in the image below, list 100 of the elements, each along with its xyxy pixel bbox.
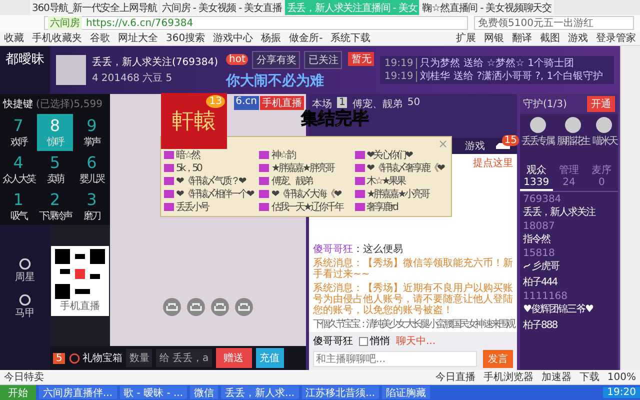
chat-message: 傻哥哥狂：这么便易 bbox=[313, 244, 404, 255]
taskbar-window[interactable]: 微信 bbox=[190, 386, 218, 399]
sound-key[interactable]: 6 婴儿哭 bbox=[73, 151, 110, 188]
guard-avatar[interactable] bbox=[596, 117, 612, 133]
level-badge-icon bbox=[354, 164, 365, 172]
start-button[interactable]: 开始 bbox=[0, 385, 36, 400]
taskbar-window[interactable]: 陷证胸藏 bbox=[382, 386, 430, 399]
audience-tab[interactable]: 观众 1339 bbox=[520, 162, 553, 191]
toolbar-item[interactable]: 登录管家 bbox=[596, 31, 636, 45]
zoom-level[interactable]: 100% bbox=[607, 372, 636, 382]
user-name[interactable]: 彡虎哥 bbox=[523, 259, 615, 273]
level-badge-icon bbox=[259, 190, 270, 198]
guard-avatar[interactable] bbox=[564, 117, 581, 133]
user-name[interactable]: ♥俊辉团锦三爷♥ bbox=[523, 302, 615, 316]
open-guard-button[interactable]: 开通 bbox=[587, 96, 615, 112]
send-gift-button[interactable]: 赠送 bbox=[216, 348, 252, 368]
status-item[interactable]: 手机浏览器 bbox=[483, 370, 534, 384]
taskbar-window[interactable]: 江苏移北昔须... bbox=[302, 386, 380, 399]
toolbar-item[interactable]: 截图 bbox=[540, 31, 560, 45]
sidebar-item[interactable]: 马甲 bbox=[15, 294, 35, 320]
sound-key[interactable]: 3 磨刀 bbox=[73, 188, 110, 225]
bookmark-link[interactable]: 360搜索 bbox=[166, 31, 206, 45]
member-name: 暗☆然 bbox=[176, 150, 199, 161]
taskbar-window[interactable]: 丢丢，新人求... bbox=[221, 386, 299, 399]
audience-tab[interactable]: 麦序 0 bbox=[585, 162, 618, 191]
member-name: 木☆★果果 bbox=[366, 176, 405, 187]
status-item[interactable]: 下载 bbox=[579, 370, 600, 384]
level-badge-icon bbox=[259, 151, 270, 159]
sofa-icon[interactable] bbox=[187, 298, 205, 316]
share-button[interactable]: 分享有奖 bbox=[252, 50, 300, 68]
taskbar-window[interactable]: 六间房直播伴... bbox=[39, 386, 117, 399]
item-icon bbox=[19, 294, 31, 306]
feed-text: 只为梦然 送给 ☆梦然☆ 1个骑士团 bbox=[420, 58, 574, 69]
user-name[interactable]: 柏子444 bbox=[523, 275, 615, 289]
sofa-icon[interactable] bbox=[211, 298, 229, 316]
member-name: 神☆韵 bbox=[271, 150, 294, 161]
bookmark-link[interactable]: 做金所- bbox=[289, 31, 323, 45]
sound-key[interactable]: 2 下课铃声 bbox=[36, 188, 74, 225]
sidebar-item[interactable]: 周星 bbox=[15, 258, 35, 284]
sound-key[interactable]: 1 吸气 bbox=[0, 188, 37, 225]
address-bar[interactable]: 六间房 https://v.6.cn/769384 bbox=[44, 16, 468, 30]
search-field[interactable]: 免费领5100元五一出游红 bbox=[474, 16, 634, 30]
audience-tab[interactable]: 管理 24 bbox=[552, 162, 586, 191]
bookmark-link[interactable]: 手机收藏夹 bbox=[32, 31, 82, 45]
hint-link[interactable]: 提点这里 bbox=[469, 154, 517, 172]
bookmark-link[interactable]: 谷歌 bbox=[90, 31, 110, 45]
sound-key[interactable]: 9 掌声 bbox=[73, 114, 110, 151]
bookmark-link[interactable]: 杨振 bbox=[261, 31, 282, 45]
guard-name: 丢丢专属 bbox=[522, 134, 554, 148]
sofa-icon[interactable] bbox=[235, 298, 253, 316]
user-id: 1111168 bbox=[523, 291, 569, 302]
recipient-field[interactable]: 给 丢丢，a bbox=[156, 349, 212, 367]
status-item[interactable]: 加速器 bbox=[541, 370, 572, 384]
close-icon[interactable] bbox=[439, 140, 447, 148]
user-name[interactable]: 柏子888 bbox=[523, 318, 615, 332]
browser-tab[interactable]: 六间房 - 美女视频 - 美女直播 bbox=[160, 0, 284, 15]
status-item[interactable]: 今日直播 bbox=[435, 370, 476, 384]
member-name: ★胖嘉嘉★胖亮哥 bbox=[271, 163, 334, 174]
user-id: 769384 bbox=[523, 194, 562, 205]
brand-label: 6.cn bbox=[234, 96, 259, 110]
user-name[interactable]: 指令然 bbox=[523, 232, 615, 246]
whisper-checkbox[interactable] bbox=[359, 336, 368, 346]
browser-tab[interactable]: 360导航_新一代安全上网导航 bbox=[30, 0, 160, 15]
chat-status: 聊天中... bbox=[396, 334, 436, 348]
bookmark-link[interactable]: 收藏 bbox=[4, 31, 24, 45]
toolbar-item[interactable]: 翻译 bbox=[512, 31, 532, 45]
deals-link[interactable]: 今日特卖 bbox=[4, 370, 44, 384]
chat-tab[interactable]: 游戏 bbox=[465, 139, 485, 153]
follow-button[interactable]: 已关注 bbox=[304, 50, 342, 68]
avatar-placeholder bbox=[56, 55, 86, 85]
chat-recipient[interactable]: 傻哥哥狂 bbox=[313, 334, 353, 348]
member-name: 5k，50 bbox=[176, 163, 201, 174]
item-icon bbox=[19, 258, 31, 270]
bookmark-link[interactable]: 网址大全 bbox=[118, 31, 158, 45]
sofa-icon[interactable] bbox=[163, 298, 181, 316]
announcement-text: 下個久节宝宝：清纯美少女 大长腿 小蛮腰 国民女神 速来围观 bbox=[313, 319, 513, 330]
toolbar-item[interactable]: 网银 bbox=[484, 31, 504, 45]
chat-message: 系统消息：【秀场】微信等领取能充六币！新手看过来~~ bbox=[313, 258, 513, 280]
sound-key[interactable]: 7 欢呼 bbox=[0, 114, 37, 151]
site-tag: 六间房 bbox=[48, 16, 82, 30]
level-badge-icon bbox=[259, 164, 270, 172]
chat-input[interactable]: 和主播聊聊吧... bbox=[313, 351, 477, 367]
sound-key[interactable]: 5 卖萌 bbox=[36, 151, 74, 188]
toolbar-item[interactable]: 游戏 bbox=[568, 31, 588, 45]
sound-key[interactable]: 4 众人大笑 bbox=[0, 151, 37, 188]
taskbar-window[interactable]: 歌 - 暧昧 - ... bbox=[120, 386, 188, 399]
streamer-name: 丢丢，新人求关注(769384) bbox=[92, 56, 219, 69]
coin-count: 50 bbox=[407, 97, 420, 108]
toolbar-item[interactable]: 扩展 bbox=[456, 31, 476, 45]
beans-text: 201468 六豆 bbox=[101, 72, 163, 85]
guard-name: 胭脂花生 bbox=[556, 134, 589, 148]
gift-box-button[interactable]: 礼物宝箱 bbox=[69, 351, 122, 365]
quantity-field[interactable]: 数量 bbox=[126, 349, 152, 367]
bookmark-link[interactable]: 游戏中心 bbox=[213, 31, 254, 45]
bookmark-link[interactable]: 系统下载 bbox=[330, 31, 371, 45]
scrollbar-track[interactable] bbox=[620, 46, 640, 370]
browser-tab[interactable]: 鞠☆然直播间 - 美女视频聊天交 bbox=[420, 0, 554, 15]
member-name: 丢丢小号 bbox=[176, 202, 208, 213]
user-name[interactable]: 丢丢，新人求关注 bbox=[523, 205, 615, 219]
guard-avatar[interactable] bbox=[530, 117, 546, 133]
